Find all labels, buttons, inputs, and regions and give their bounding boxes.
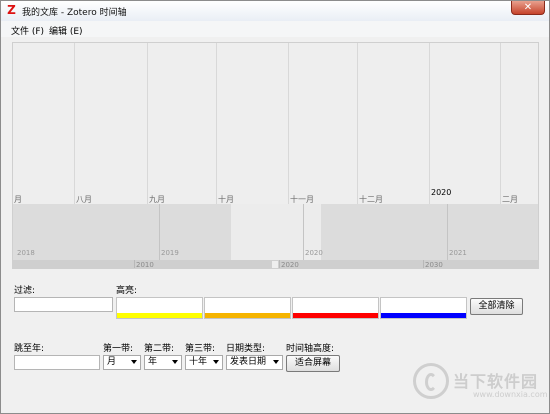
jump-to-year-label: 跳至年: [14, 344, 45, 354]
highlight-color-swatch [205, 313, 290, 318]
jump-to-year-input[interactable] [14, 355, 100, 370]
decade-divider [423, 260, 424, 268]
watermark-name: 当下软件园 [453, 372, 539, 391]
watermark-url: www.downxia.com [473, 390, 548, 399]
window-title: 我的文库 - Zotero 时间轴 [22, 8, 127, 18]
decade-label: 2020 [281, 261, 299, 269]
band1-value: 月 [107, 357, 117, 367]
date-type-label: 日期类型: [226, 344, 266, 354]
downxia-logo-icon [413, 363, 449, 399]
timeline-view[interactable]: 月 八月 九月 十月 十一月 十二月 2020 二月 2018 2019 202… [12, 42, 539, 269]
year-divider [159, 204, 160, 260]
band2-select[interactable]: 年 [144, 355, 182, 370]
decade-divider [279, 260, 280, 268]
current-position-marker [272, 261, 278, 268]
month-divider [147, 43, 148, 204]
close-button[interactable]: ✕ [511, 1, 545, 15]
month-divider [500, 43, 501, 204]
highlight-label: 高亮: [116, 286, 138, 296]
year-divider [303, 204, 304, 260]
date-type-select[interactable]: 发表日期 [226, 355, 283, 370]
timeline-band-decades[interactable]: 2010 2020 2030 [13, 260, 538, 269]
zotero-app-icon: Z [7, 3, 16, 17]
highlight-input-yellow[interactable] [116, 297, 203, 319]
timeline-band-months[interactable]: 月 八月 九月 十月 十一月 十二月 2020 二月 [13, 43, 538, 204]
menu-edit[interactable]: 编辑 (E) [49, 24, 83, 37]
band2-label: 第二带: [144, 344, 175, 354]
year-label: 2019 [161, 249, 179, 257]
month-divider [216, 43, 217, 204]
menu-bar: 文件 (F) 编辑 (E) [1, 21, 549, 37]
zotero-timeline-window: Z 我的文库 - Zotero 时间轴 ✕ 文件 (F) 编辑 (E) 月 八月… [0, 0, 550, 414]
month-divider [429, 43, 430, 204]
timeline-band-years[interactable]: 2018 2019 2020 2021 [13, 204, 538, 260]
highlight-input-red[interactable] [292, 297, 379, 319]
month-label-year: 2020 [431, 188, 452, 197]
year-label: 2018 [17, 249, 35, 257]
decade-label: 2010 [136, 261, 154, 269]
chevron-down-icon [172, 360, 178, 364]
highlight-input-blue[interactable] [380, 297, 467, 319]
highlight-input-orange[interactable] [204, 297, 291, 319]
highlight-color-swatch [381, 313, 466, 318]
timeline-height-label: 时间轴高度: [286, 344, 335, 354]
month-divider [357, 43, 358, 204]
date-type-value: 发表日期 [230, 357, 267, 367]
year-divider [447, 204, 448, 260]
decade-divider [134, 260, 135, 268]
downxia-logo-inner [425, 373, 437, 391]
band3-value: 十年 [189, 357, 208, 367]
fit-to-screen-button[interactable]: 适合屏幕 [286, 355, 340, 372]
month-divider [288, 43, 289, 204]
decade-label: 2030 [425, 261, 443, 269]
highlight-color-swatch [117, 313, 202, 318]
close-icon: ✕ [523, 2, 533, 13]
chevron-down-icon [131, 360, 137, 364]
band1-select[interactable]: 月 [103, 355, 141, 370]
highlight-color-swatch [293, 313, 378, 318]
filter-label: 过滤: [14, 286, 36, 296]
band3-label: 第三带: [185, 344, 216, 354]
band3-select[interactable]: 十年 [185, 355, 223, 370]
chevron-down-icon [273, 360, 279, 364]
clear-all-button[interactable]: 全部清除 [470, 298, 523, 315]
title-bar: Z 我的文库 - Zotero 时间轴 ✕ [1, 1, 549, 21]
year-label: 2021 [449, 249, 467, 257]
filter-input[interactable] [14, 297, 113, 312]
month-divider [74, 43, 75, 204]
menu-file[interactable]: 文件 (F) [11, 24, 44, 37]
year-label: 2020 [305, 249, 323, 257]
chevron-down-icon [213, 360, 219, 364]
band2-value: 年 [148, 357, 158, 367]
band1-label: 第一带: [103, 344, 134, 354]
